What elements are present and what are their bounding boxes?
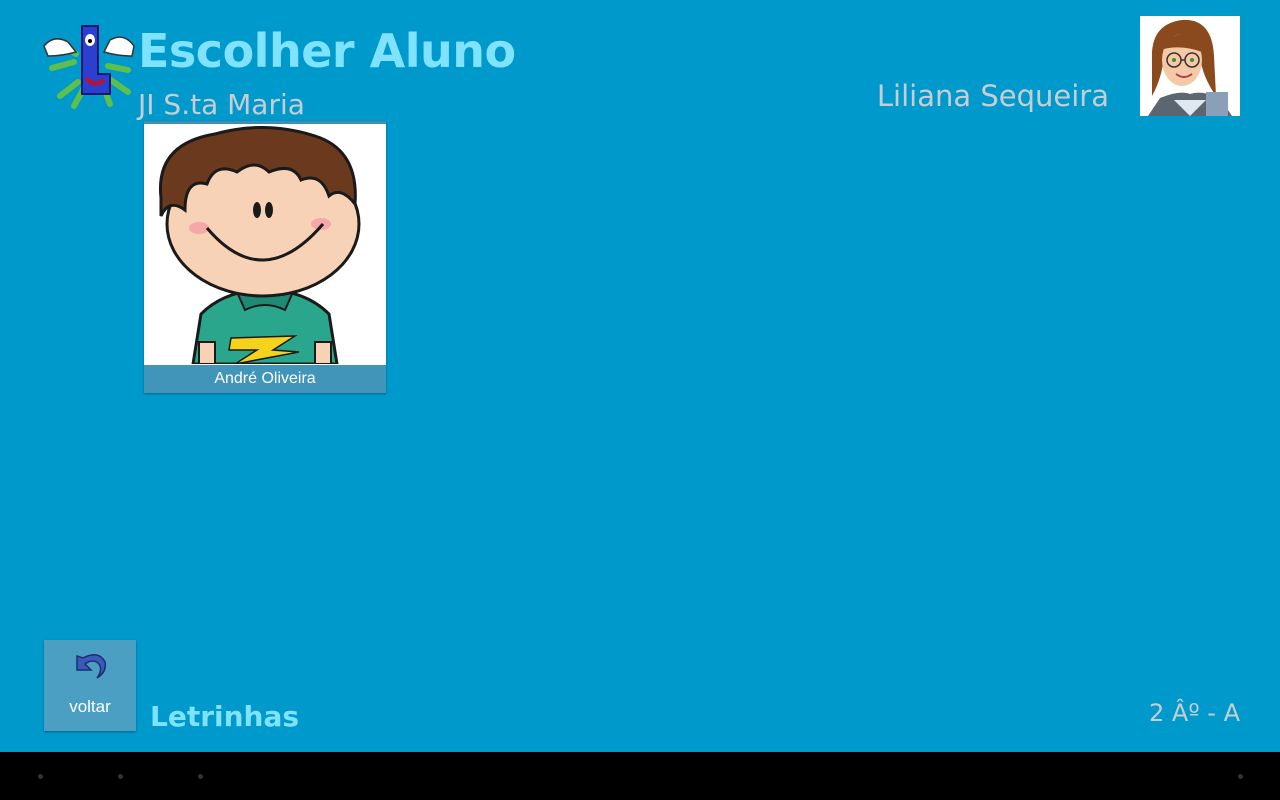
teacher-name: Liliana Sequeira <box>876 79 1109 113</box>
student-avatar <box>145 124 385 364</box>
nav-menu-dot[interactable] <box>1238 774 1243 779</box>
student-card[interactable]: André Oliveira <box>144 121 386 393</box>
teacher-avatar-icon <box>1140 16 1240 116</box>
student-name: André Oliveira <box>144 365 386 393</box>
teacher-avatar[interactable] <box>1140 16 1240 116</box>
app-logo-icon <box>40 18 138 112</box>
nav-recent-dot[interactable] <box>198 774 203 779</box>
back-button[interactable]: voltar <box>44 640 136 731</box>
school-name: JI S.ta Maria <box>138 88 305 121</box>
boy-avatar-icon <box>145 124 385 364</box>
nav-home-dot[interactable] <box>118 774 123 779</box>
nav-back-dot[interactable] <box>38 774 43 779</box>
page-title: Escolher Aluno <box>138 24 516 78</box>
app-name: Letrinhas <box>150 700 300 733</box>
system-nav-bar <box>0 752 1280 800</box>
undo-arrow-icon <box>69 648 109 684</box>
class-label: 2 Âº - A <box>1149 699 1240 727</box>
back-button-label: voltar <box>69 697 111 716</box>
